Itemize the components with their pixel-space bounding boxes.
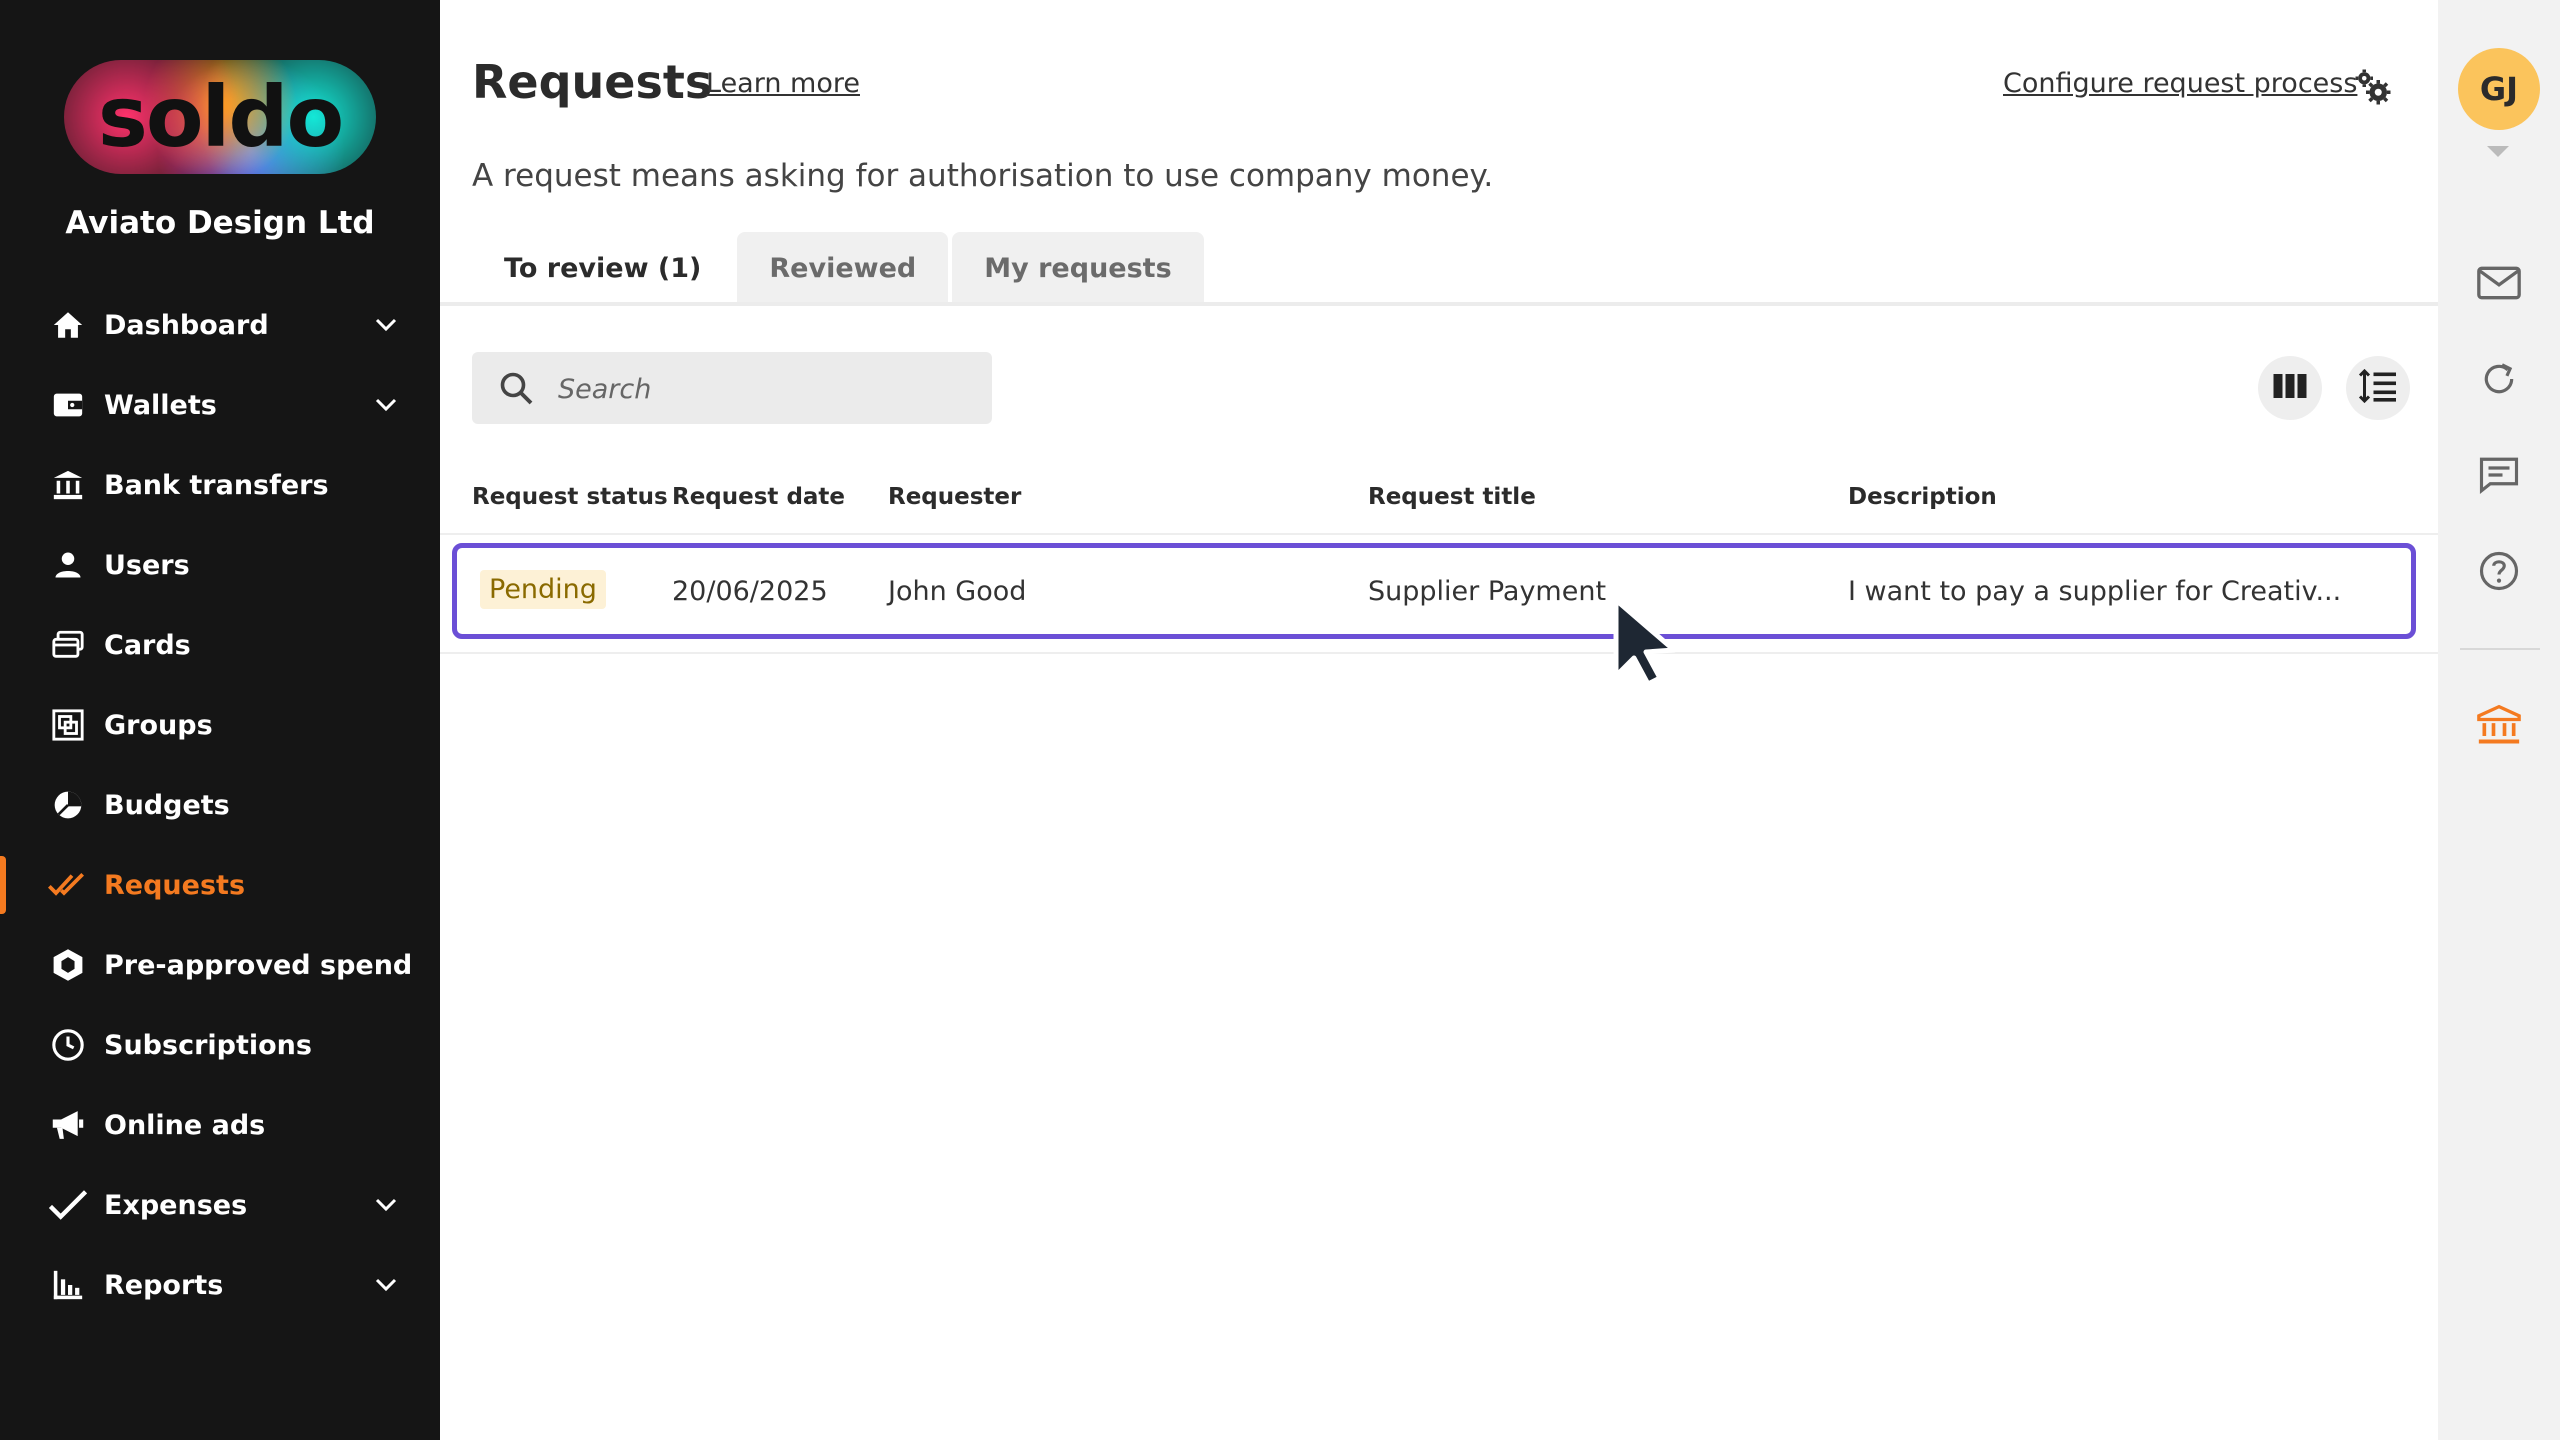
- cards-icon: [48, 625, 88, 665]
- nav-item-users[interactable]: Users: [0, 530, 440, 600]
- hexagon-icon: [48, 945, 88, 985]
- configure-request-process-link[interactable]: Configure request process: [2003, 68, 2357, 99]
- gears-icon[interactable]: [2352, 66, 2394, 108]
- wallet-icon: [48, 385, 88, 425]
- sidebar: soldo Aviato Design Ltd Dashboard Wallet…: [0, 0, 440, 1440]
- nav-item-wallets[interactable]: Wallets: [0, 370, 440, 440]
- column-header-description[interactable]: Description: [1848, 484, 1997, 510]
- chevron-down-icon[interactable]: [372, 391, 400, 419]
- user-icon: [48, 545, 88, 585]
- learn-more-link[interactable]: Learn more: [706, 68, 860, 99]
- bank-transfer-icon: [48, 465, 88, 505]
- search-icon: [498, 370, 534, 406]
- nav-item-groups[interactable]: Groups: [0, 690, 440, 760]
- caret-down-icon[interactable]: [2487, 146, 2509, 157]
- column-header-status[interactable]: Request status: [472, 484, 668, 510]
- mail-icon[interactable]: [2476, 260, 2522, 306]
- nav-item-bank-transfers[interactable]: Bank transfers: [0, 450, 440, 520]
- chevron-down-icon[interactable]: [372, 311, 400, 339]
- right-rail: GJ: [2438, 0, 2560, 1440]
- clock-icon: [48, 1025, 88, 1065]
- company-name: Aviato Design Ltd: [65, 205, 375, 241]
- chevron-down-icon[interactable]: [372, 1191, 400, 1219]
- column-header-requester[interactable]: Requester: [888, 484, 1021, 510]
- request-tabs: To review (1) Reviewed My requests: [472, 232, 1204, 304]
- bank-icon[interactable]: [2476, 702, 2522, 748]
- cell-description: I want to pay a supplier for Creativ...: [1848, 576, 2342, 607]
- nav-item-dashboard[interactable]: Dashboard: [0, 290, 440, 360]
- cell-requester: John Good: [888, 576, 1027, 607]
- chevron-down-icon[interactable]: [372, 1271, 400, 1299]
- tab-reviewed[interactable]: Reviewed: [737, 232, 949, 304]
- table-header-divider: [440, 533, 2438, 535]
- row-density-button[interactable]: [2346, 356, 2410, 420]
- columns-button[interactable]: [2258, 356, 2322, 420]
- tab-my-requests[interactable]: My requests: [952, 232, 1204, 304]
- tabs-divider: [440, 302, 2438, 306]
- nav-item-budgets[interactable]: Budgets: [0, 770, 440, 840]
- search-input[interactable]: [556, 366, 980, 412]
- soldo-logo[interactable]: soldo: [0, 60, 440, 174]
- refresh-icon[interactable]: [2476, 356, 2522, 402]
- nav-item-subscriptions[interactable]: Subscriptions: [0, 1010, 440, 1080]
- nav-item-expenses[interactable]: Expenses: [0, 1170, 440, 1240]
- page-title: Requests: [472, 55, 713, 109]
- cell-request-date: 20/06/2025: [672, 576, 828, 607]
- main-content: Requests Learn more Configure request pr…: [440, 0, 2438, 1440]
- check-pen-icon: [48, 1185, 88, 1225]
- page-subtitle: A request means asking for authorisation…: [472, 158, 1494, 194]
- rail-divider: [2460, 648, 2540, 650]
- nav-item-reports[interactable]: Reports: [0, 1250, 440, 1320]
- cell-request-title: Supplier Payment: [1368, 576, 1607, 607]
- search-box: [472, 352, 992, 424]
- nav-item-pre-approved-spend[interactable]: Pre-approved spend: [0, 930, 440, 1000]
- mouse-cursor-icon: [1612, 596, 1682, 687]
- column-header-date[interactable]: Request date: [672, 484, 845, 510]
- column-header-title[interactable]: Request title: [1368, 484, 1536, 510]
- megaphone-icon: [48, 1105, 88, 1145]
- bar-chart-icon: [48, 1265, 88, 1305]
- double-check-icon: [48, 865, 88, 905]
- status-badge: Pending: [480, 570, 606, 609]
- help-icon[interactable]: [2476, 548, 2522, 594]
- nav-item-online-ads[interactable]: Online ads: [0, 1090, 440, 1160]
- chat-icon[interactable]: [2476, 452, 2522, 498]
- groups-icon: [48, 705, 88, 745]
- columns-icon: [2272, 371, 2308, 405]
- avatar[interactable]: GJ: [2458, 48, 2540, 130]
- nav-item-requests[interactable]: Requests: [0, 850, 440, 920]
- line-spacing-icon: [2358, 368, 2398, 408]
- table-row-divider: [440, 652, 2438, 654]
- tab-to-review[interactable]: To review (1): [472, 232, 734, 304]
- nav-item-cards[interactable]: Cards: [0, 610, 440, 680]
- pie-chart-icon: [48, 785, 88, 825]
- home-icon: [48, 305, 88, 345]
